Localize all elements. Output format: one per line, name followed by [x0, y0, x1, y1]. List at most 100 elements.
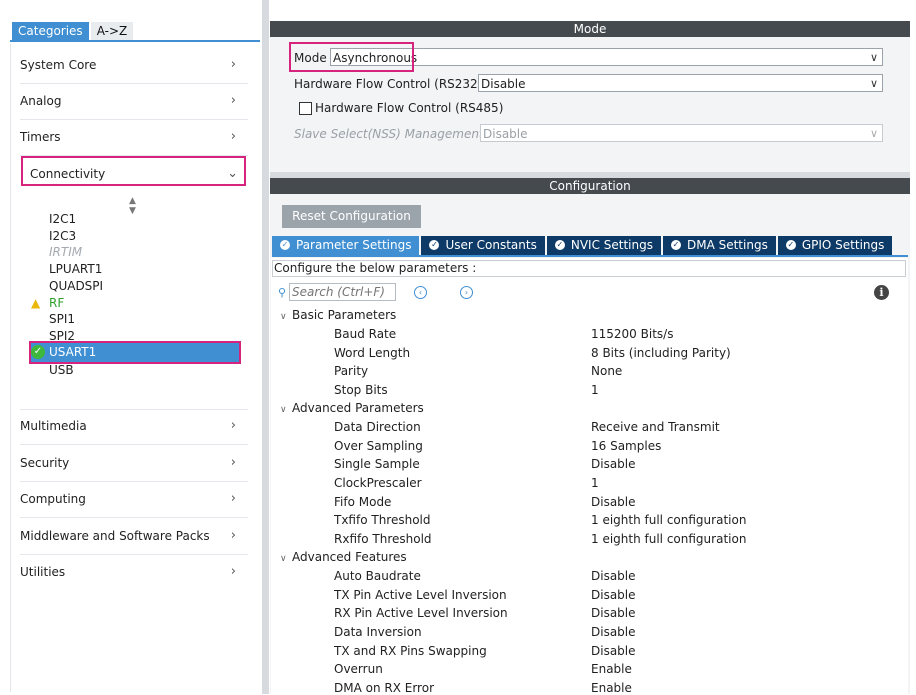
param-value[interactable]: Disable: [591, 625, 636, 639]
config-tabs: ✓ Parameter Settings ✓ User Constants ✓ NVI…: [272, 236, 894, 255]
mode-header: Mode: [270, 21, 910, 37]
chevron-right-icon: ›: [230, 93, 236, 108]
param-name[interactable]: RX Pin Active Level Inversion: [334, 606, 508, 620]
tab-a-to-z[interactable]: A->Z: [90, 22, 134, 40]
reset-configuration-button[interactable]: Reset Configuration: [282, 205, 421, 228]
category-computing[interactable]: Computing ›: [20, 488, 246, 510]
search-icon: ⚲: [278, 286, 287, 299]
tab-label: DMA Settings: [686, 238, 768, 252]
param-name[interactable]: Auto Baudrate: [334, 569, 421, 583]
hfc-rs232-label: Hardware Flow Control (RS232): [294, 77, 483, 91]
category-timers[interactable]: Timers ›: [20, 126, 246, 148]
category-analog[interactable]: Analog ›: [20, 90, 246, 112]
param-value[interactable]: Disable: [591, 457, 636, 471]
group-advanced-features[interactable]: ∨ Advanced Features: [280, 550, 407, 564]
category-multimedia[interactable]: Multimedia ›: [20, 415, 246, 437]
peripheral-usb[interactable]: USB: [49, 362, 74, 378]
param-name[interactable]: Data Direction: [334, 420, 421, 434]
peripheral-spi1[interactable]: SPI1: [49, 311, 75, 327]
peripheral-lpuart1[interactable]: LPUART1: [49, 261, 102, 277]
peripheral-i2c3[interactable]: I2C3: [49, 228, 76, 244]
param-name[interactable]: TX Pin Active Level Inversion: [334, 588, 507, 602]
chevron-right-icon: ›: [230, 528, 236, 543]
param-value[interactable]: Disable: [591, 495, 636, 509]
mode-highlight: [289, 42, 414, 72]
param-value[interactable]: Enable: [591, 662, 632, 676]
tab-label: Parameter Settings: [296, 238, 412, 252]
category-label: Middleware and Software Packs: [20, 529, 210, 543]
param-value[interactable]: Disable: [591, 644, 636, 658]
group-title: Advanced Parameters: [292, 401, 424, 415]
check-circle-icon: ✓: [280, 239, 290, 250]
param-value[interactable]: 115200 Bits/s: [591, 327, 673, 341]
param-name[interactable]: Rxfifo Threshold: [334, 532, 432, 546]
tab-underline: [272, 255, 908, 257]
previous-result-icon[interactable]: ‹: [414, 286, 427, 299]
param-value[interactable]: 1: [591, 383, 599, 397]
param-value[interactable]: 8 Bits (including Parity): [591, 346, 731, 360]
category-label: Security: [20, 456, 70, 470]
param-name[interactable]: Word Length: [334, 346, 410, 360]
tab-categories[interactable]: Categories: [12, 22, 89, 40]
param-value[interactable]: None: [591, 364, 622, 378]
tab-nvic-settings[interactable]: ✓ NVIC Settings: [546, 236, 661, 255]
category-label: System Core: [20, 58, 97, 72]
param-name[interactable]: DMA on RX Error: [334, 681, 434, 695]
param-name[interactable]: Data Inversion: [334, 625, 422, 639]
param-name[interactable]: Fifo Mode: [334, 495, 391, 509]
tab-label: User Constants: [445, 238, 537, 252]
group-title: Advanced Features: [292, 550, 407, 564]
next-result-icon[interactable]: ›: [460, 286, 473, 299]
chevron-right-icon: ›: [230, 491, 236, 506]
param-name[interactable]: Over Sampling: [334, 439, 423, 453]
category-security[interactable]: Security ›: [20, 452, 246, 474]
panel-splitter[interactable]: [262, 0, 269, 694]
search-input[interactable]: [289, 283, 396, 301]
tab-user-constants[interactable]: ✓ User Constants: [421, 236, 545, 255]
param-value[interactable]: 1 eighth full configuration: [591, 513, 746, 527]
param-name[interactable]: Overrun: [334, 662, 383, 676]
param-value[interactable]: Disable: [591, 569, 636, 583]
divider: [20, 83, 248, 84]
tab-parameter-settings[interactable]: ✓ Parameter Settings: [272, 236, 420, 255]
param-name[interactable]: Parity: [334, 364, 368, 378]
param-value[interactable]: 1: [591, 476, 599, 490]
tab-label: NVIC Settings: [570, 238, 653, 252]
category-label: Timers: [20, 130, 61, 144]
param-name[interactable]: Baud Rate: [334, 327, 396, 341]
param-name[interactable]: ClockPrescaler: [334, 476, 422, 490]
param-name[interactable]: TX and RX Pins Swapping: [334, 644, 487, 658]
info-icon[interactable]: i: [874, 285, 889, 300]
param-value[interactable]: Enable: [591, 681, 632, 695]
peripheral-irtim[interactable]: IRTIM: [49, 244, 82, 260]
param-value[interactable]: Disable: [591, 588, 636, 602]
category-panel: Categories A->Z System Core › Analog › Tim…: [0, 0, 262, 694]
peripheral-rf[interactable]: RF: [49, 295, 64, 311]
param-name[interactable]: Txfifo Threshold: [334, 513, 431, 527]
sort-icon[interactable]: ▲ ▼: [129, 196, 136, 216]
category-utilities[interactable]: Utilities ›: [20, 561, 246, 583]
peripheral-i2c1[interactable]: I2C1: [49, 211, 76, 227]
divider: [20, 444, 248, 445]
param-value[interactable]: Disable: [591, 606, 636, 620]
category-middleware[interactable]: Middleware and Software Packs ›: [20, 525, 246, 547]
hfc-rs485-checkbox[interactable]: [299, 102, 312, 115]
param-name[interactable]: Single Sample: [334, 457, 420, 471]
peripheral-quadspi[interactable]: QUADSPI: [49, 278, 103, 294]
param-name[interactable]: Stop Bits: [334, 383, 388, 397]
config-description: Configure the below parameters :: [272, 260, 906, 277]
chevron-right-icon: ›: [230, 564, 236, 579]
hfc-rs232-select[interactable]: Disable ∨: [478, 74, 883, 92]
chevron-right-icon: ›: [230, 418, 236, 433]
divider: [20, 481, 248, 482]
group-basic-parameters[interactable]: ∨ Basic Parameters: [280, 308, 396, 322]
group-advanced-parameters[interactable]: ∨ Advanced Parameters: [280, 401, 424, 415]
tab-gpio-settings[interactable]: ✓ GPIO Settings: [777, 236, 893, 255]
chevron-down-icon: ∨: [869, 77, 878, 90]
category-system-core[interactable]: System Core ›: [20, 54, 246, 76]
param-value[interactable]: 1 eighth full configuration: [591, 532, 746, 546]
param-value[interactable]: Receive and Transmit: [591, 420, 720, 434]
tab-dma-settings[interactable]: ✓ DMA Settings: [662, 236, 776, 255]
check-circle-icon: ✓: [670, 239, 681, 250]
param-value[interactable]: 16 Samples: [591, 439, 661, 453]
